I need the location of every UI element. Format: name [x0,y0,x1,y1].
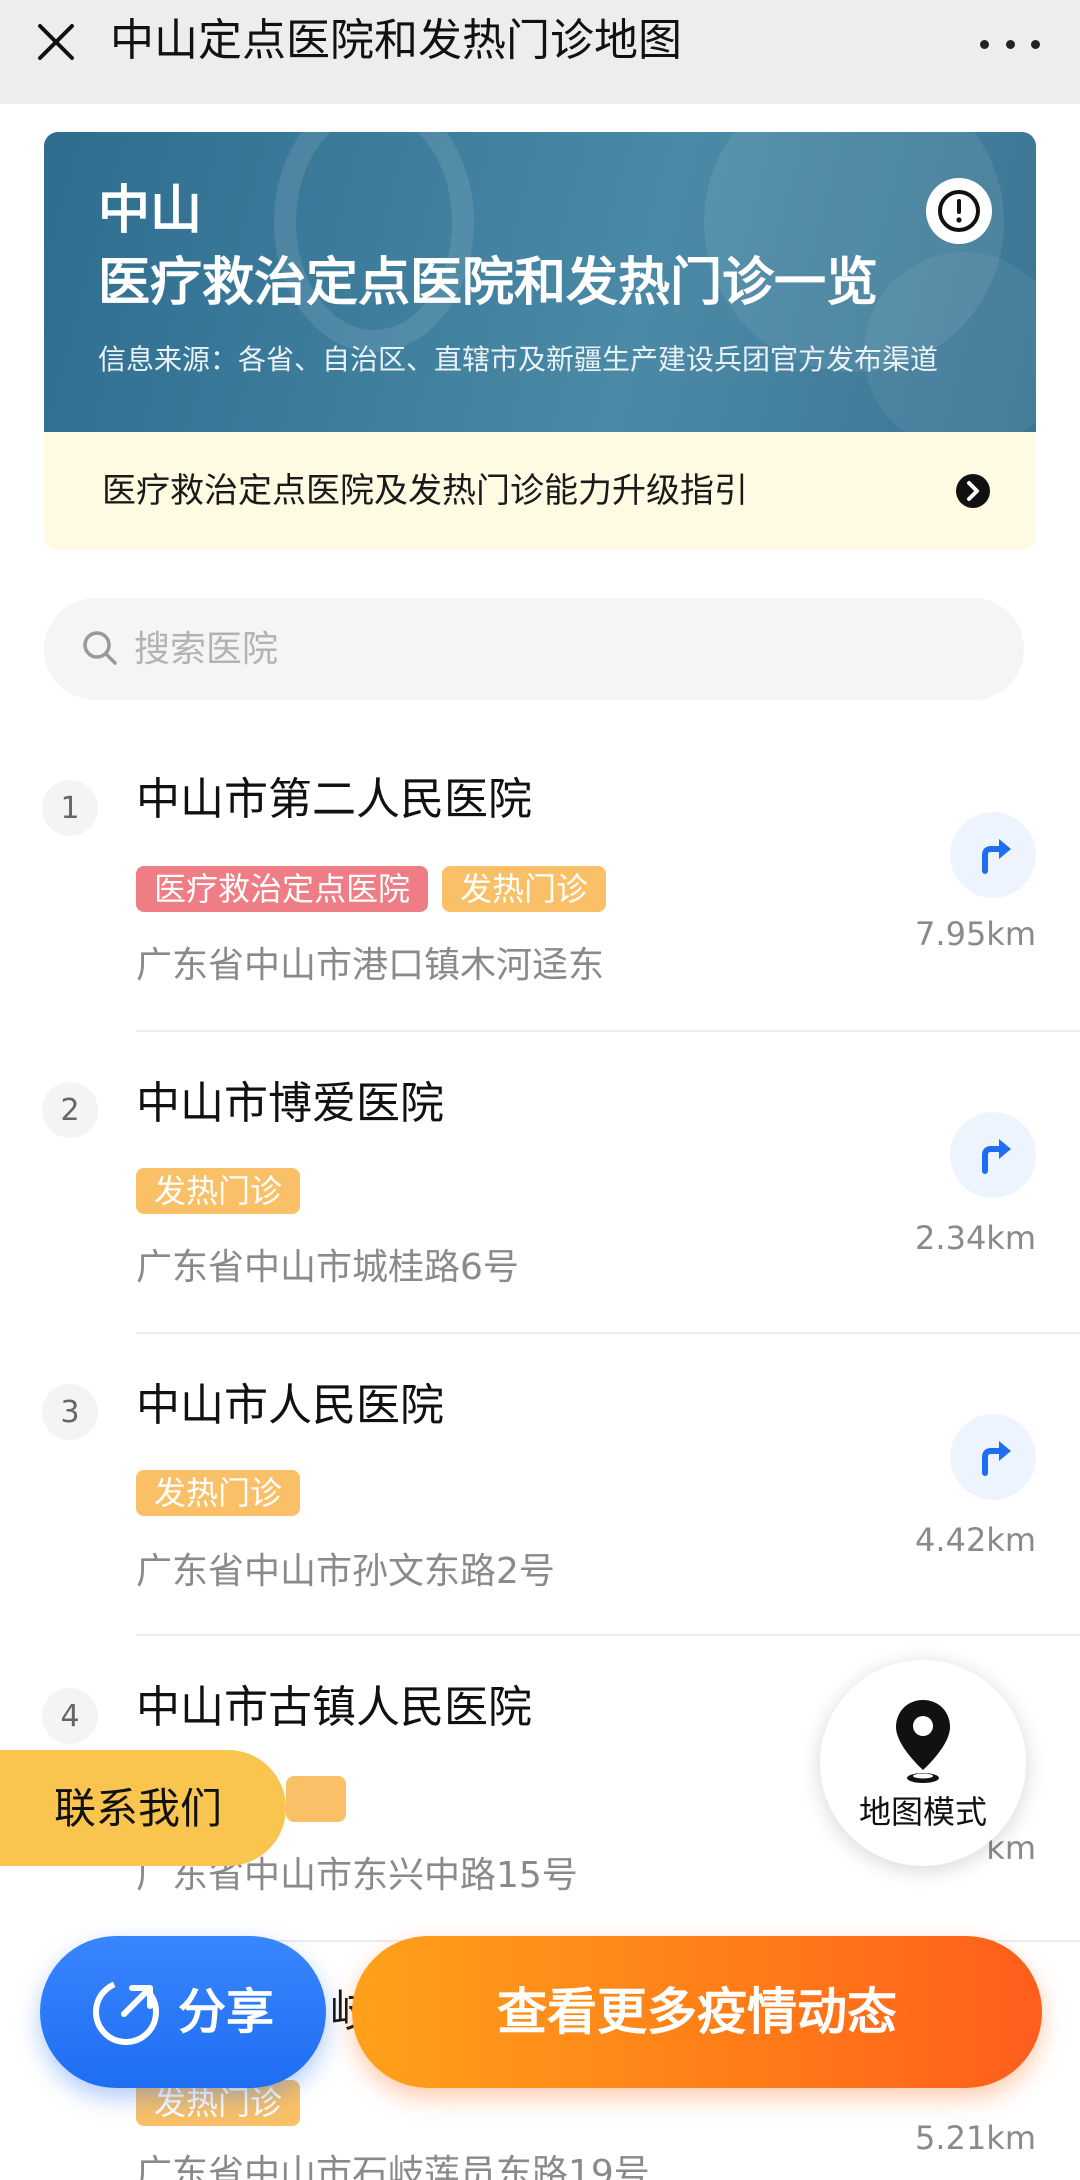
rank-badge: 2 [42,1082,98,1138]
more-dot-icon [980,39,989,49]
designated-hospital-tag: 医疗救治定点医院 [136,866,429,912]
search-bar[interactable] [44,598,1024,700]
tag-group: 发热门诊 [136,1470,301,1516]
map-mode-label: 地图模式 [858,1793,987,1831]
fever-clinic-tag: 发热门诊 [136,1168,301,1214]
top-bar: 中山定点医院和发热门诊地图 [0,0,1080,104]
hospital-name: 中山市人民医院 [136,1380,444,1431]
fever-clinic-tag: 发热门诊 [136,1470,301,1516]
banner-source: 信息来源：各省、自治区、直辖市及新疆生产建设兵团官方发布渠道 [98,343,939,376]
hero-banner: 中山 医疗救治定点医院和发热门诊一览 信息来源：各省、自治区、直辖市及新疆生产建… [44,132,1036,432]
info-icon [938,190,980,232]
more-options-button[interactable] [980,24,1040,64]
close-button[interactable] [28,14,84,70]
share-icon [93,1979,159,2045]
hospital-name: 中山市博爱医院 [136,1078,444,1129]
guide-text: 医疗救治定点医院及发热门诊能力升级指引 [102,471,748,511]
more-dot-icon [1031,39,1040,49]
search-icon [83,631,117,665]
contact-us-label: 联系我们 [54,1784,223,1833]
contact-us-button[interactable]: 联系我们 [0,1750,286,1866]
turn-right-arrow-icon [982,1139,1011,1174]
distance-label: 4.42km [915,1521,1036,1559]
distance-label: 7.95km [915,915,1036,953]
rank-badge: 1 [42,780,98,836]
share-button[interactable]: 分享 [40,1936,326,2088]
navigate-button[interactable] [950,1414,1036,1500]
chevron-right-icon [956,474,990,508]
search-input[interactable] [134,622,974,676]
hospital-name: 中山市古镇人民医院 [136,1682,532,1733]
fever-clinic-tag: 发热门诊 [442,866,607,912]
tag-group: 发热门诊 [136,1168,301,1214]
turn-right-arrow-icon [982,1441,1011,1476]
upgrade-guide-link[interactable]: 医疗救治定点医院及发热门诊能力升级指引 [44,432,1036,550]
tag-group: 医疗救治定点医院 发热门诊 [136,866,607,912]
hospital-address: 广东省中山市石岐莲员东路19号 [136,2153,650,2180]
hospital-name: 中山市第二人民医院 [136,774,532,825]
hospital-address: 广东省中山市港口镇木河迳东 [136,945,605,986]
divider [136,1332,1080,1334]
banner-title: 医疗救治定点医院和发热门诊一览 [98,253,879,313]
banner-city: 中山 [98,181,203,241]
info-button[interactable] [926,178,992,244]
location-pin-icon [896,1700,950,1783]
hospital-address: 广东省中山市孙文东路2号 [136,1551,555,1592]
fever-clinic-tag [286,1776,346,1822]
turn-right-arrow-icon [982,839,1011,874]
distance-label: 2.34km [915,1219,1036,1257]
close-icon [38,24,74,60]
share-label: 分享 [178,1984,275,2040]
distance-label: 5.21km [915,2119,1036,2157]
navigate-button[interactable] [950,812,1036,898]
more-dot-icon [1005,39,1015,49]
navigate-button[interactable] [950,1112,1036,1198]
page-title: 中山定点医院和发热门诊地图 [110,15,682,66]
hospital-address: 广东省中山市城桂路6号 [136,1247,519,1288]
view-more-updates-label: 查看更多疫情动态 [497,1983,897,2041]
rank-badge: 3 [42,1384,98,1440]
map-mode-button[interactable]: 地图模式 [820,1660,1026,1866]
divider [136,1634,1080,1636]
banner-decoration [274,132,474,352]
view-more-updates-button[interactable]: 查看更多疫情动态 [352,1936,1042,2088]
rank-badge: 4 [42,1688,98,1744]
divider [136,1030,1080,1032]
